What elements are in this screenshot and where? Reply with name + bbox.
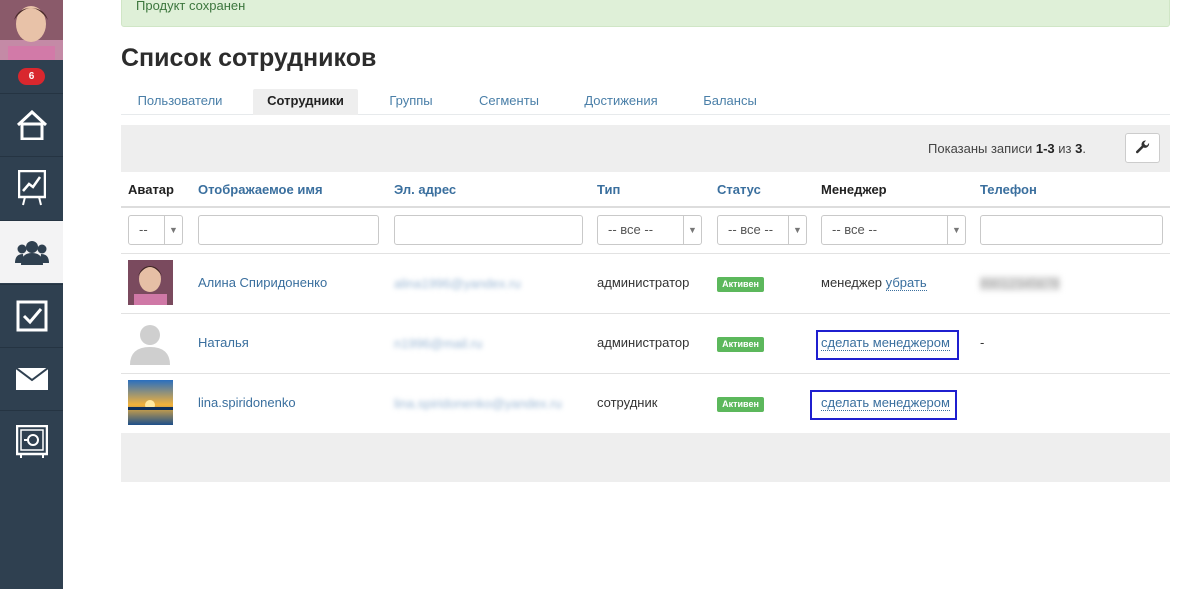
records-summary: Показаны записи 1-3 из 3. [928,141,1086,156]
employee-type: администратор [597,275,690,290]
employee-email[interactable]: n1996@mail.ru [394,336,482,351]
column-manager: Менеджер [821,182,887,197]
avatar [128,320,173,365]
chevron-down-icon: ▼ [164,216,182,244]
employee-name-link[interactable]: lina.spiridonenko [198,395,296,410]
employees-grid: Показаны записи 1-3 из 3. Аватар Отображ… [121,125,1170,482]
column-type[interactable]: Тип [597,182,620,197]
chevron-down-icon: ▼ [788,216,806,244]
page-title: Список сотрудников [121,44,377,72]
wrench-icon [1135,140,1149,154]
employee-name-link[interactable]: Наталья [198,335,249,350]
status-badge: Активен [717,337,764,352]
notification-badge[interactable]: 6 [18,68,45,85]
tab-segments[interactable]: Сегменты [465,89,553,115]
name-filter-input[interactable] [198,215,379,245]
employee-email[interactable]: lina.spiridonenko@yandex.ru [394,396,562,411]
chevron-down-icon: ▼ [683,216,701,244]
envelope-icon [15,368,48,390]
tab-groups[interactable]: Группы [375,89,447,115]
employee-type: администратор [597,335,690,350]
chart-icon [17,170,46,206]
home-icon [16,110,47,140]
grid-footer [121,433,1170,482]
sidebar-item-mail[interactable] [0,347,63,410]
checkbox-icon [16,300,47,332]
manager-filter-select[interactable]: -- все -- ▼ [821,215,966,245]
phone-filter-input[interactable] [980,215,1163,245]
make-manager-link[interactable]: сделать менеджером [821,335,950,351]
column-name[interactable]: Отображаемое имя [198,182,323,197]
status-badge: Активен [717,397,764,412]
avatar [128,260,173,305]
tab-users[interactable]: Пользователи [121,89,239,115]
success-alert: Продукт сохранен [121,0,1170,27]
sidebar-item-users[interactable] [0,220,63,283]
employee-name-link[interactable]: Алина Спиридоненко [198,275,327,290]
type-filter-select[interactable]: -- все -- ▼ [597,215,702,245]
column-status[interactable]: Статус [717,182,761,197]
tab-employees[interactable]: Сотрудники [253,89,358,115]
employee-type: сотрудник [597,395,658,410]
manager-cell: менеджер убрать [821,275,927,291]
status-filter-select[interactable]: -- все -- ▼ [717,215,807,245]
employee-email[interactable]: alina1996@yandex.ru [394,276,521,291]
chevron-down-icon: ▼ [947,216,965,244]
users-icon [14,241,49,265]
safe-icon [15,425,48,458]
remove-manager-link[interactable]: убрать [885,275,927,291]
employee-phone: 89012345678 [980,276,1060,291]
column-avatar: Аватар [128,182,174,197]
employee-phone: - [980,335,985,350]
sidebar: 6 [0,0,63,589]
avatar-filter-select[interactable]: -- ▼ [128,215,183,245]
grid-toolbar: Показаны записи 1-3 из 3. [121,125,1170,172]
manager-label: менеджер [821,275,883,290]
sidebar-item-home[interactable] [0,93,63,156]
sidebar-item-safe[interactable] [0,410,63,473]
status-badge: Активен [717,277,764,292]
tab-bar: Пользователи Сотрудники Группы Сегменты … [121,89,1170,115]
email-filter-input[interactable] [394,215,583,245]
tab-balances[interactable]: Балансы [689,89,771,115]
sidebar-item-stats[interactable] [0,156,63,219]
column-email[interactable]: Эл. адрес [394,182,456,197]
avatar [128,380,173,425]
grid-settings-button[interactable] [1125,133,1160,163]
sidebar-item-tasks[interactable] [0,284,63,347]
tab-achievements[interactable]: Достижения [573,89,669,115]
column-phone[interactable]: Телефон [980,182,1037,197]
user-avatar[interactable] [0,0,63,60]
make-manager-link[interactable]: сделать менеджером [821,395,950,411]
